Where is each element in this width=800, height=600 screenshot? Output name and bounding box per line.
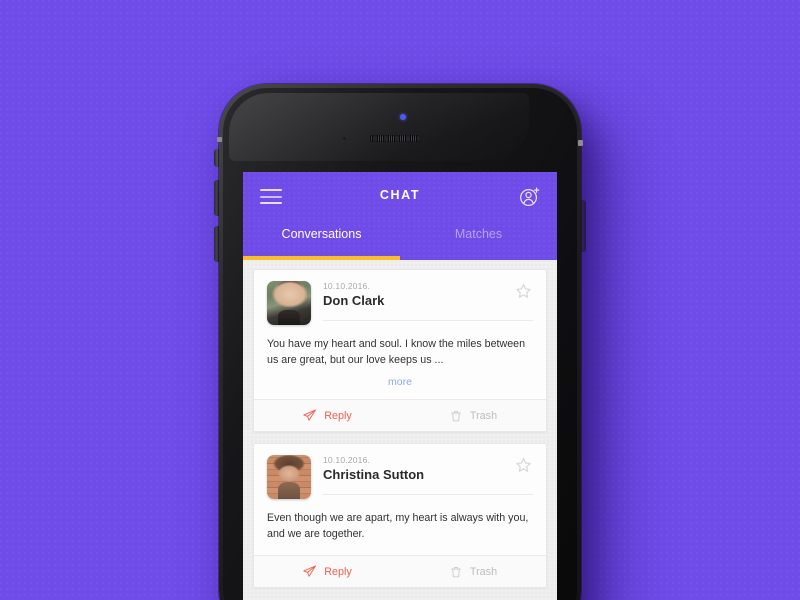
message-date: 10.10.2016. (323, 455, 371, 465)
tab-conversations-label: Conversations (281, 227, 362, 241)
reply-label: Reply (324, 565, 352, 578)
reply-button[interactable]: Reply (254, 556, 400, 587)
app-header: CHAT (243, 172, 557, 220)
phone-screen: CHAT Conversations Matches 10.10.2016. D… (243, 172, 557, 600)
card-divider (323, 320, 533, 321)
star-outline-icon[interactable] (514, 456, 533, 475)
card-header-line: 10.10.2016. Don Clark (323, 281, 533, 309)
page-title: CHAT (379, 188, 421, 202)
contact-name: Don Clark (323, 293, 385, 308)
message-date: 10.10.2016. (323, 281, 371, 291)
earpiece-speaker-icon (369, 135, 421, 142)
tab-matches-label: Matches (454, 227, 503, 241)
conversation-card[interactable]: 10.10.2016. Christina Sutton Even though… (253, 443, 547, 588)
card-header: 10.10.2016. Don Clark (254, 270, 546, 325)
reply-label: Reply (324, 409, 352, 422)
trash-button[interactable]: Trash (400, 556, 546, 587)
tab-conversations[interactable]: Conversations (243, 220, 400, 260)
tab-bar: Conversations Matches (243, 220, 557, 260)
conversation-list[interactable]: 10.10.2016. Don Clark You have my heart … (243, 260, 557, 600)
trash-label: Trash (469, 409, 498, 422)
front-camera-icon (400, 114, 406, 120)
phone-antenna-line-left (217, 137, 222, 142)
phone-antenna-line-right (578, 140, 583, 146)
card-header-text: 10.10.2016. Don Clark (323, 281, 533, 325)
card-actions: Reply Trash (254, 399, 546, 431)
reply-button[interactable]: Reply (254, 400, 400, 431)
card-header-line: 10.10.2016. Christina Sutton (323, 455, 533, 483)
proximity-sensor-icon (343, 137, 346, 140)
message-preview: You have my heart and soul. I know the m… (267, 338, 526, 366)
contact-name: Christina Sutton (323, 467, 425, 482)
card-actions: Reply Trash (254, 555, 546, 587)
card-header-text: 10.10.2016. Christina Sutton (323, 455, 533, 499)
bezel-glare (229, 93, 529, 161)
add-user-icon[interactable] (518, 185, 541, 208)
star-outline-icon[interactable] (514, 282, 533, 301)
card-divider (323, 494, 533, 495)
active-tab-indicator (243, 256, 400, 260)
card-header: 10.10.2016. Christina Sutton (254, 444, 546, 499)
avatar[interactable] (267, 281, 311, 325)
more-link[interactable]: more (254, 368, 546, 399)
tab-matches[interactable]: Matches (400, 220, 557, 260)
trash-label: Trash (469, 565, 498, 578)
card-header-meta: 10.10.2016. Christina Sutton (323, 455, 424, 483)
conversation-card[interactable]: 10.10.2016. Don Clark You have my heart … (253, 269, 547, 432)
hamburger-line (260, 202, 282, 204)
avatar[interactable] (267, 455, 311, 499)
card-header-meta: 10.10.2016. Don Clark (323, 281, 384, 309)
trash-button[interactable]: Trash (400, 400, 546, 431)
message-preview: Even though we are apart, my heart is al… (267, 512, 529, 540)
